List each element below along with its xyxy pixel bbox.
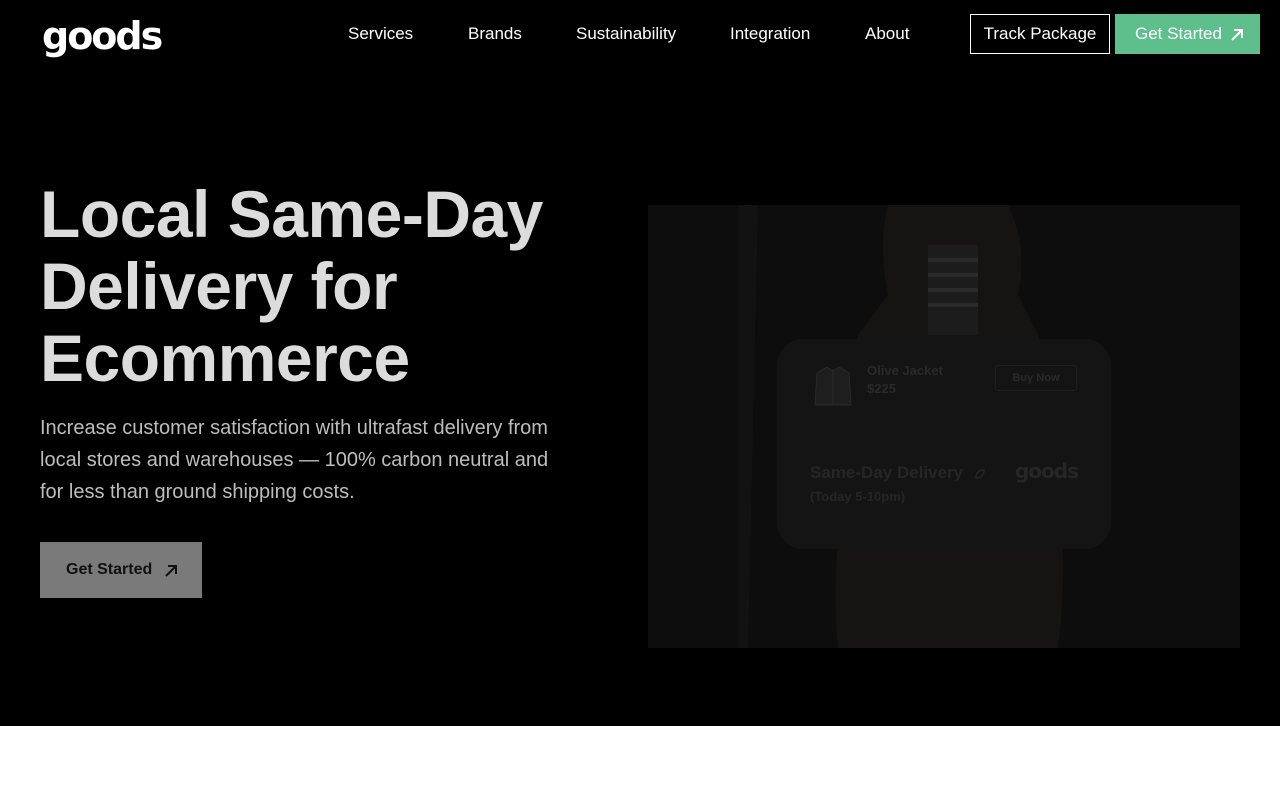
track-package-button[interactable]: Track Package (970, 14, 1110, 54)
get-started-hero-button[interactable]: Get Started (40, 542, 202, 598)
hero-section: goods Services Brands Sustainability Int… (0, 0, 1280, 726)
goods-logo[interactable]: goods (42, 16, 163, 56)
product-card: Olive Jacket $225 Buy Now Same-Day Deliv… (777, 339, 1111, 549)
buy-now-button[interactable]: Buy Now (995, 365, 1077, 391)
headline-line-2: Delivery for (40, 249, 398, 323)
nav-link-sustainability[interactable]: Sustainability (576, 22, 676, 46)
headline-line-3: Ecommerce (40, 321, 410, 395)
delivery-title: Same-Day Delivery (810, 463, 986, 483)
get-started-nav-button[interactable]: Get Started (1115, 14, 1260, 54)
hero-subtext: Increase customer satisfaction with ultr… (40, 417, 549, 503)
leaf-icon (968, 463, 986, 482)
nav-link-services[interactable]: Services (348, 22, 413, 46)
delivery-time: (Today 5-10pm) (810, 489, 906, 504)
nav-link-integration[interactable]: Integration (730, 22, 810, 46)
arrow-up-right-icon (164, 542, 178, 598)
nav-link-about[interactable]: About (865, 22, 909, 46)
get-started-hero-label: Get Started (66, 561, 153, 578)
headline-line-1: Local Same-Day (40, 177, 543, 251)
hero-image: Olive Jacket $225 Buy Now Same-Day Deliv… (648, 205, 1240, 648)
hero-headline: Local Same-Day Delivery for Ecommerce (40, 178, 620, 394)
product-price: $225 (867, 381, 896, 396)
delivery-title-text: Same-Day Delivery (810, 463, 964, 482)
nav-link-brands[interactable]: Brands (468, 22, 522, 46)
jacket-icon (814, 366, 852, 406)
product-name: Olive Jacket (867, 363, 943, 378)
arrow-up-right-icon (1230, 14, 1244, 54)
card-brand-logo: goods (1015, 459, 1079, 483)
get-started-nav-label: Get Started (1135, 24, 1222, 43)
